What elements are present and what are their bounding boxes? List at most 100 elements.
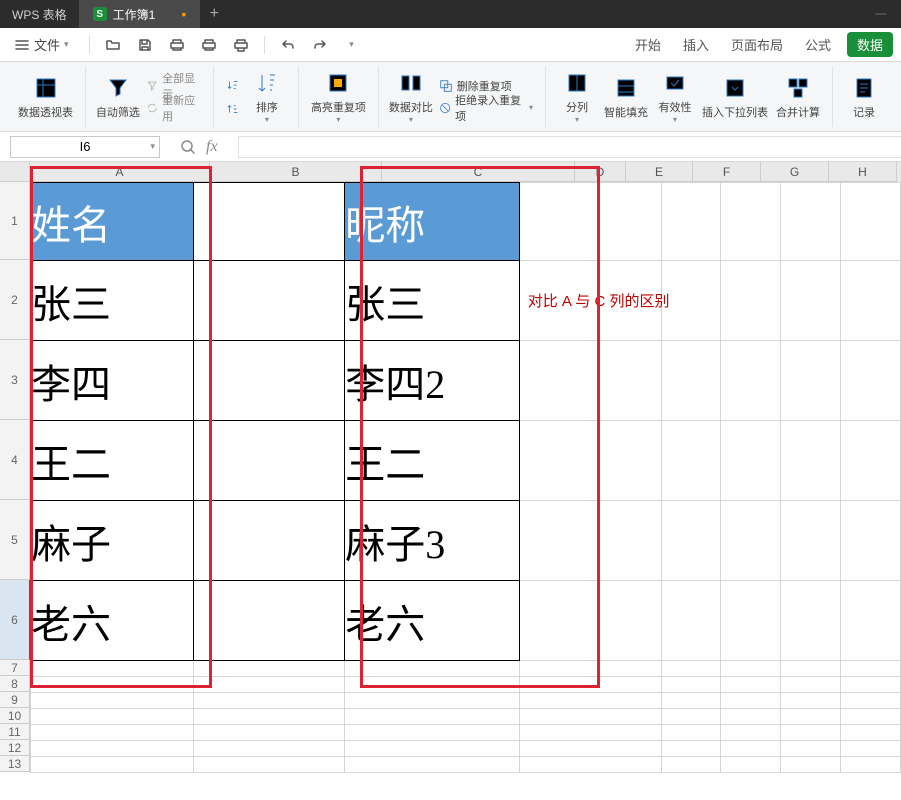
cell-B3[interactable] <box>194 341 345 421</box>
row-header-1[interactable]: 1 <box>0 182 30 260</box>
cell-A9[interactable] <box>31 693 194 709</box>
cell-D12[interactable] <box>519 741 662 757</box>
cell-H3[interactable] <box>841 341 901 421</box>
tab-page-layout[interactable]: 页面布局 <box>725 31 789 58</box>
cell-F11[interactable] <box>721 725 781 741</box>
cell-E5[interactable] <box>662 501 721 581</box>
cell-F5[interactable] <box>721 501 781 581</box>
cell-G12[interactable] <box>781 741 841 757</box>
cell-E12[interactable] <box>662 741 721 757</box>
cell-H11[interactable] <box>841 725 901 741</box>
cell-C13[interactable] <box>345 757 520 773</box>
cell-B11[interactable] <box>194 725 345 741</box>
cell-A12[interactable] <box>31 741 194 757</box>
workbook-tab[interactable]: S 工作簿1 • <box>79 0 201 28</box>
cell-B6[interactable] <box>194 581 345 661</box>
sort-asc-button[interactable] <box>222 75 244 95</box>
cell-F4[interactable] <box>721 421 781 501</box>
worksheet-area[interactable]: ABCDEFGH 12345678910111213 姓名昵称张三张三对比 A … <box>0 162 901 800</box>
cell-D13[interactable] <box>519 757 662 773</box>
cell-E11[interactable] <box>662 725 721 741</box>
cell-B8[interactable] <box>194 677 345 693</box>
cell-G2[interactable] <box>781 261 841 341</box>
cell-A11[interactable] <box>31 725 194 741</box>
cell-H5[interactable] <box>841 501 901 581</box>
cell-E10[interactable] <box>662 709 721 725</box>
name-box[interactable]: I6 ▾ <box>10 136 160 158</box>
cell-G5[interactable] <box>781 501 841 581</box>
cell-E3[interactable] <box>662 341 721 421</box>
cell-G8[interactable] <box>781 677 841 693</box>
flash-fill-button[interactable]: 智能填充 <box>600 67 652 127</box>
cell-A13[interactable] <box>31 757 194 773</box>
cell-B4[interactable] <box>194 421 345 501</box>
cell-F9[interactable] <box>721 693 781 709</box>
column-header-e[interactable]: E <box>626 162 693 182</box>
tab-formula[interactable]: 公式 <box>799 31 837 58</box>
row-headers[interactable]: 12345678910111213 <box>0 182 30 772</box>
cell-B5[interactable] <box>194 501 345 581</box>
print-button[interactable] <box>196 32 222 58</box>
row-header-3[interactable]: 3 <box>0 340 30 420</box>
cell-E1[interactable] <box>662 183 721 261</box>
cell-F3[interactable] <box>721 341 781 421</box>
row-header-11[interactable]: 11 <box>0 724 30 740</box>
data-compare-button[interactable]: 数据对比 <box>387 67 435 127</box>
sort-desc-button[interactable] <box>222 99 244 119</box>
cell-D10[interactable] <box>519 709 662 725</box>
cell-E8[interactable] <box>662 677 721 693</box>
cell-F13[interactable] <box>721 757 781 773</box>
cell-G10[interactable] <box>781 709 841 725</box>
cell-H13[interactable] <box>841 757 901 773</box>
new-tab-button[interactable]: + <box>200 0 228 28</box>
highlight-duplicates-button[interactable]: 高亮重复项 <box>307 67 370 127</box>
sort-button[interactable]: 排序 <box>244 67 290 127</box>
print-direct-button[interactable] <box>228 32 254 58</box>
cell-F8[interactable] <box>721 677 781 693</box>
cell-A10[interactable] <box>31 709 194 725</box>
zoom-icon[interactable] <box>180 139 196 155</box>
cell-C10[interactable] <box>345 709 520 725</box>
column-header-f[interactable]: F <box>693 162 761 182</box>
cell-H4[interactable] <box>841 421 901 501</box>
column-header-b[interactable]: B <box>210 162 382 182</box>
cell-D11[interactable] <box>519 725 662 741</box>
redo-button[interactable] <box>307 32 333 58</box>
row-header-13[interactable]: 13 <box>0 756 30 772</box>
cell-H1[interactable] <box>841 183 901 261</box>
row-header-12[interactable]: 12 <box>0 740 30 756</box>
cell-F2[interactable] <box>721 261 781 341</box>
cell-E9[interactable] <box>662 693 721 709</box>
print-preview-button[interactable] <box>164 32 190 58</box>
cell-B12[interactable] <box>194 741 345 757</box>
cell-F10[interactable] <box>721 709 781 725</box>
cell-grid[interactable]: 姓名昵称张三张三对比 A 与 C 列的区别李四李四2王二王二麻子麻子3老六老六 <box>30 182 901 800</box>
cell-G4[interactable] <box>781 421 841 501</box>
cell-G6[interactable] <box>781 581 841 661</box>
cell-H12[interactable] <box>841 741 901 757</box>
cell-E6[interactable] <box>662 581 721 661</box>
cell-G13[interactable] <box>781 757 841 773</box>
row-header-10[interactable]: 10 <box>0 708 30 724</box>
row-header-7[interactable]: 7 <box>0 660 30 676</box>
cell-G3[interactable] <box>781 341 841 421</box>
row-header-9[interactable]: 9 <box>0 692 30 708</box>
cell-B13[interactable] <box>194 757 345 773</box>
cell-C9[interactable] <box>345 693 520 709</box>
formula-input[interactable] <box>238 136 901 158</box>
reject-duplicates-button[interactable]: 拒绝录入重复项▾ <box>435 98 537 118</box>
row-header-2[interactable]: 2 <box>0 260 30 340</box>
fx-icon[interactable]: fx <box>206 138 218 156</box>
cell-F6[interactable] <box>721 581 781 661</box>
cell-H10[interactable] <box>841 709 901 725</box>
cell-B7[interactable] <box>194 661 345 677</box>
cell-E4[interactable] <box>662 421 721 501</box>
open-button[interactable] <box>100 32 126 58</box>
cell-E2[interactable] <box>662 261 721 341</box>
record-button[interactable]: 记录 <box>841 67 887 127</box>
cell-G7[interactable] <box>781 661 841 677</box>
select-all-corner[interactable] <box>0 162 30 182</box>
text-to-columns-button[interactable]: 分列 <box>554 67 600 127</box>
tab-home[interactable]: 开始 <box>629 31 667 58</box>
cell-G9[interactable] <box>781 693 841 709</box>
